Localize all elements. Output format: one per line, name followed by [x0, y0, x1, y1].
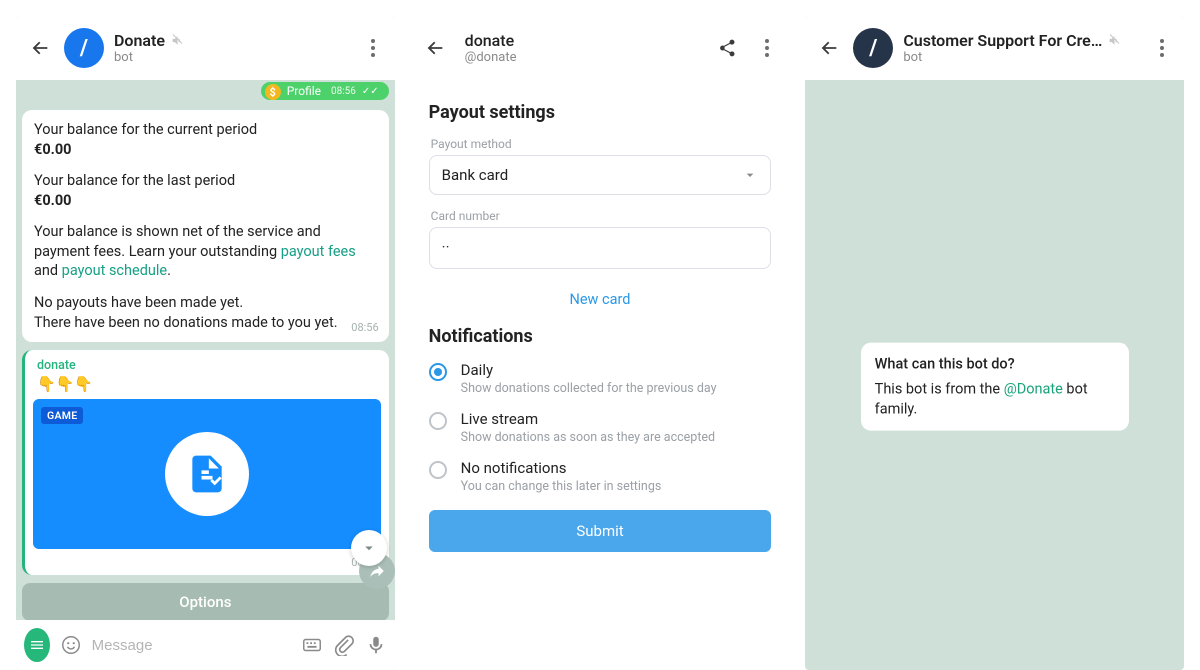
panel-support-chat: / Customer Support For Cre… bot What can… — [805, 16, 1184, 670]
card-number-value: ·· — [442, 238, 450, 256]
chat-body: What can this bot do? This bot is from t… — [805, 80, 1184, 670]
radio-icon — [429, 461, 447, 479]
chat-header: / Customer Support For Cre… bot — [805, 16, 1184, 80]
outgoing-label: Profile — [287, 84, 321, 98]
card-number-label: Card number — [431, 209, 772, 223]
info-text: This bot is from the @Donate bot family. — [875, 380, 1115, 419]
balance-line2: Your balance for the last period — [34, 171, 377, 191]
payout-schedule-link[interactable]: payout schedule — [62, 262, 167, 279]
mic-button[interactable] — [365, 632, 387, 658]
payout-method-label: Payout method — [431, 137, 772, 151]
radio-label: Live stream — [461, 410, 715, 428]
attach-button[interactable] — [333, 632, 355, 658]
explain-mid: and — [34, 262, 62, 279]
balance-line1: Your balance for the current period — [34, 120, 377, 140]
radio-daily[interactable]: Daily Show donations collected for the p… — [429, 361, 772, 396]
panel-donate-chat: / Donate bot $ Profile 08:56 ✓✓ Your bal… — [16, 16, 395, 670]
page-subtitle: @donate — [465, 50, 708, 65]
radio-sub: Show donations as soon as they are accep… — [461, 430, 715, 445]
menu-button[interactable] — [755, 36, 779, 60]
info-question: What can this bot do? — [875, 354, 1115, 374]
mute-icon — [1108, 34, 1121, 47]
balance-explain: Your balance is shown net of the service… — [34, 222, 377, 281]
chevron-down-icon — [742, 167, 758, 183]
payout-method-value: Bank card — [442, 166, 509, 184]
settings-body: Payout settings Payout method Bank card … — [411, 80, 790, 570]
balance-value1: €0.00 — [34, 140, 377, 160]
message-time: 08:56 — [351, 321, 378, 336]
panel-payout-settings: donate @donate Payout settings Payout me… — [411, 16, 790, 670]
radio-sub: Show donations collected for the previou… — [461, 381, 717, 396]
new-card-link[interactable]: New card — [429, 291, 772, 308]
radio-icon — [429, 363, 447, 381]
submit-button[interactable]: Submit — [429, 510, 772, 552]
explain-dot: . — [167, 262, 171, 279]
no-donations-line: There have been no donations made to you… — [34, 313, 377, 333]
page-title: donate — [465, 31, 708, 50]
mute-icon — [171, 34, 184, 47]
chat-header: / Donate bot — [16, 16, 395, 80]
radio-label: Daily — [461, 361, 717, 379]
options-button[interactable]: Options — [22, 583, 389, 620]
radio-icon — [429, 412, 447, 430]
radio-sub: You can change this later in settings — [461, 479, 662, 494]
radio-no-notifications[interactable]: No notifications You can change this lat… — [429, 459, 772, 494]
message-input[interactable] — [92, 637, 291, 654]
title-block[interactable]: Donate bot — [114, 31, 351, 65]
coin-icon: $ — [265, 84, 281, 100]
payout-method-select[interactable]: Bank card — [429, 155, 772, 195]
balance-message[interactable]: Your balance for the current period €0.0… — [22, 110, 389, 342]
radio-live-stream[interactable]: Live stream Show donations as soon as th… — [429, 410, 772, 445]
bot-info-card: What can this bot do? This bot is from t… — [861, 342, 1129, 431]
game-tag: GAME — [41, 407, 83, 424]
title-block: donate @donate — [465, 31, 708, 65]
title-block[interactable]: Customer Support For Cre… bot — [903, 31, 1140, 65]
card-number-field[interactable]: ·· — [429, 227, 772, 269]
section-payout-title: Payout settings — [429, 102, 772, 123]
avatar[interactable]: / — [853, 28, 893, 68]
read-ticks-icon: ✓✓ — [362, 86, 379, 97]
menu-circle-button[interactable] — [24, 628, 50, 662]
share-button[interactable] — [717, 38, 737, 58]
payout-fees-link[interactable]: payout fees — [281, 243, 356, 260]
chat-body: $ Profile 08:56 ✓✓ Your balance for the … — [16, 80, 395, 620]
chat-subtitle: bot — [903, 50, 1140, 65]
donate-mention-link[interactable]: @Donate — [1004, 381, 1063, 398]
media-source: donate — [37, 358, 381, 373]
no-payouts-line: No payouts have been made yet. — [34, 293, 377, 313]
balance-value2: €0.00 — [34, 191, 377, 211]
scroll-to-bottom-button[interactable] — [351, 530, 387, 566]
explain-pre: Your balance is shown net of the service… — [34, 223, 321, 260]
section-notifications-title: Notifications — [429, 326, 772, 347]
media-preview[interactable]: GAME — [33, 399, 381, 549]
keyboard-row: Options — [22, 583, 389, 620]
message-composer — [16, 620, 395, 670]
bot-keyboard-button[interactable] — [301, 632, 323, 658]
menu-button[interactable] — [361, 36, 385, 60]
back-button[interactable] — [26, 34, 54, 62]
outgoing-time: 08:56 — [331, 86, 356, 97]
media-emojis: 👇👇👇 — [37, 375, 381, 393]
media-message[interactable]: donate 👇👇👇 GAME 08:56 — [22, 350, 389, 575]
document-check-icon — [165, 432, 249, 516]
chat-title: Customer Support For Cre… — [903, 31, 1102, 50]
chat-title: Donate — [114, 31, 165, 50]
back-button[interactable] — [421, 34, 449, 62]
radio-label: No notifications — [461, 459, 662, 477]
settings-header: donate @donate — [411, 16, 790, 80]
avatar[interactable]: / — [64, 28, 104, 68]
menu-button[interactable] — [1150, 36, 1174, 60]
info-pre: This bot is from the — [875, 381, 1004, 398]
sticker-button[interactable] — [60, 632, 82, 658]
back-button[interactable] — [815, 34, 843, 62]
chat-subtitle: bot — [114, 50, 351, 65]
outgoing-message[interactable]: $ Profile 08:56 ✓✓ — [261, 82, 389, 100]
